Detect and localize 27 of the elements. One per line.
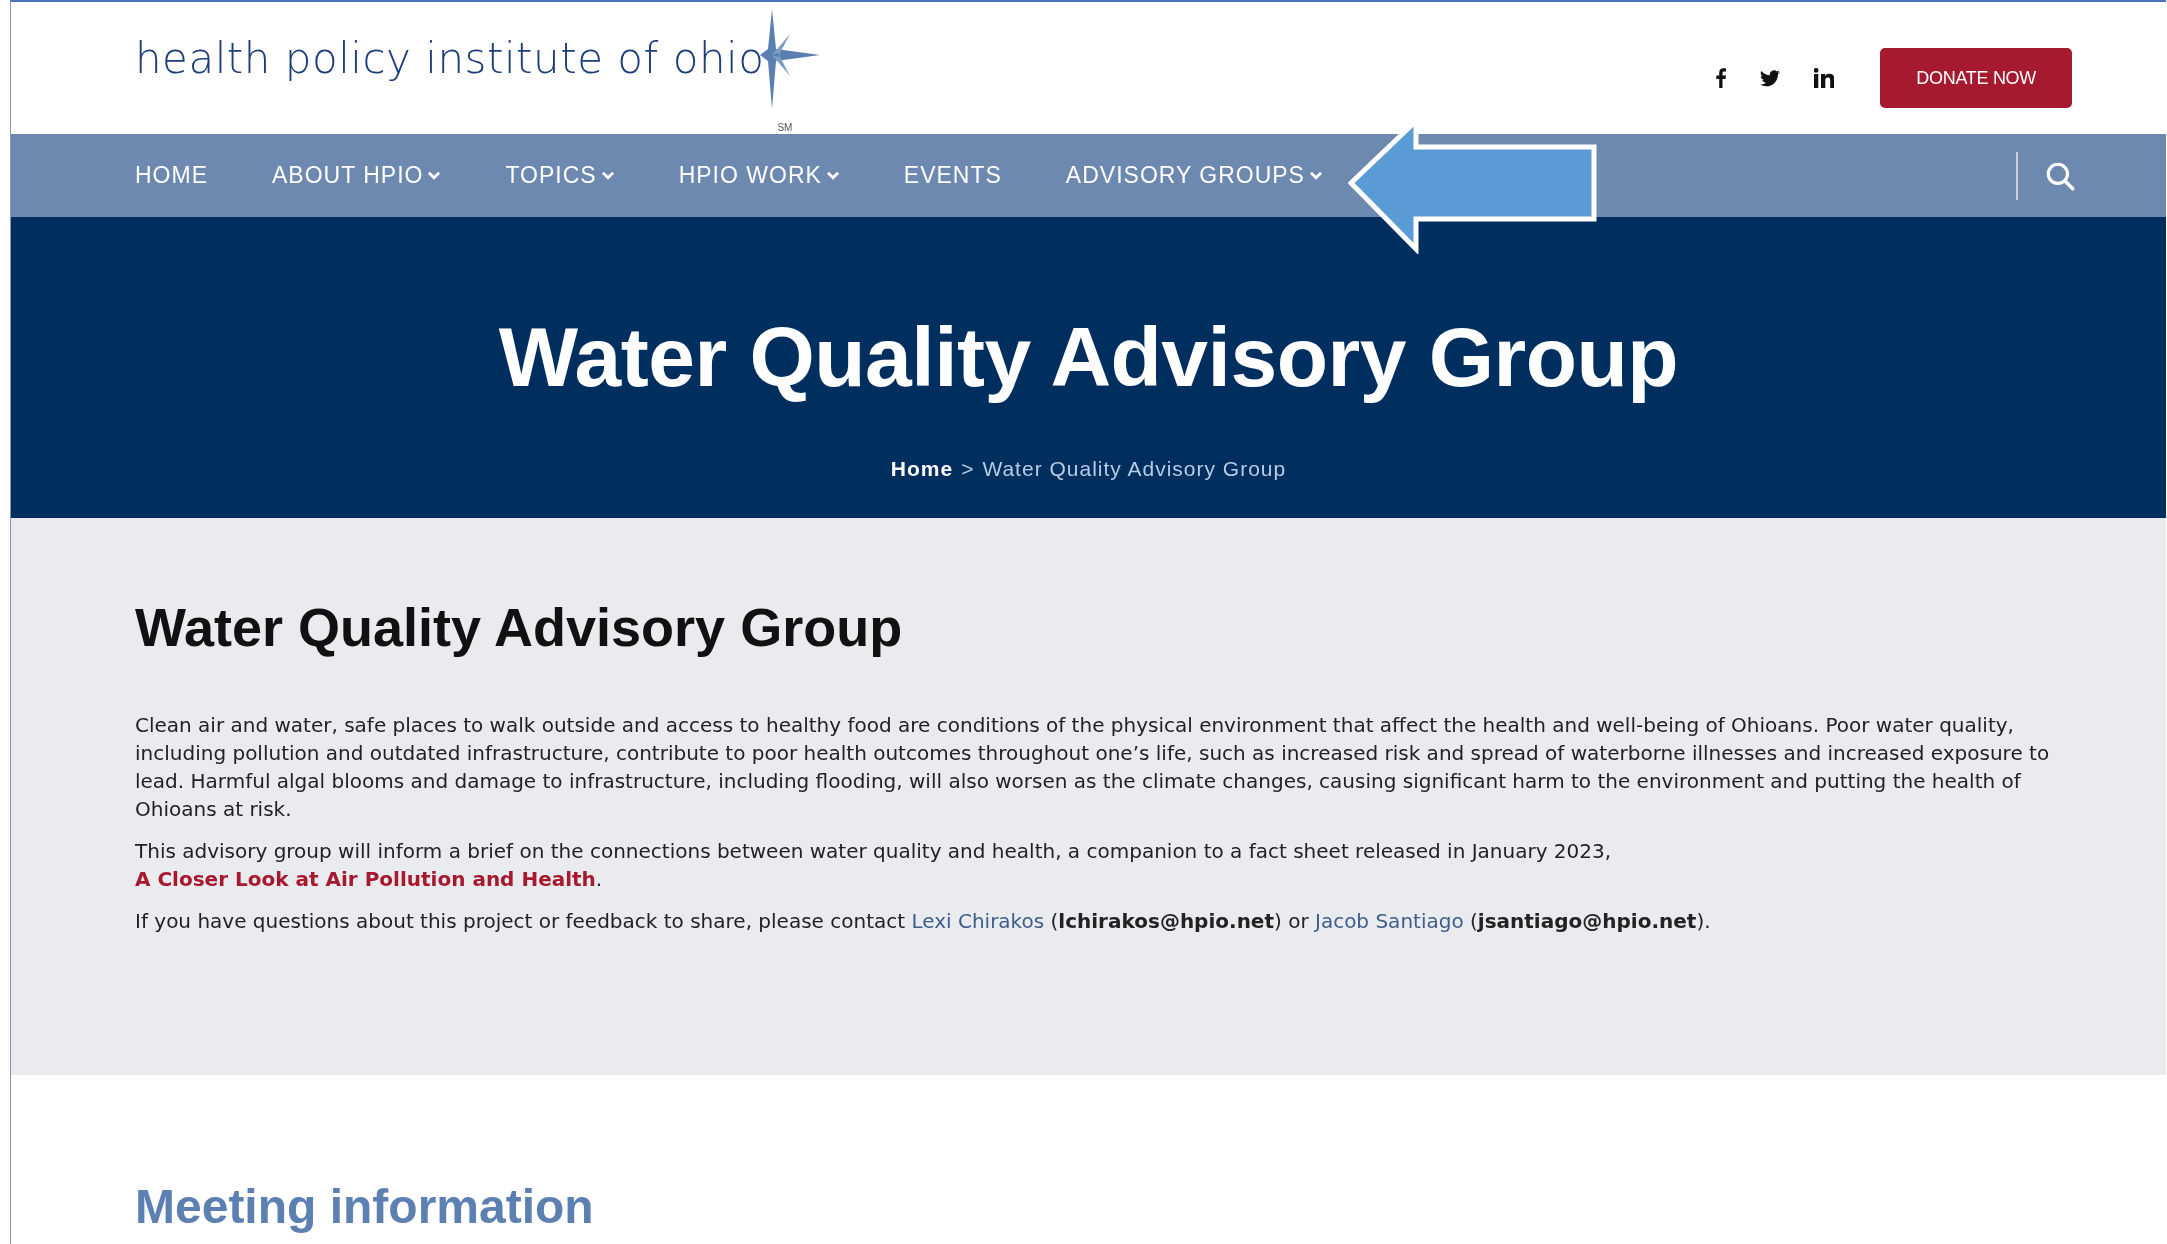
chevron-down-icon[interactable] [600, 171, 615, 180]
breadcrumb-current: Water Quality Advisory Group [982, 457, 1287, 481]
nav-item[interactable]: TOPICS [505, 162, 615, 189]
paragraph: Clean air and water, safe places to walk outside and access to healthy food are conditions of the physical environment that affect the health and well-being of Ohioans. Poor water quality, including pollution and outdated infrastructure, contribute to poor health outcomes throughout one’s life, such as increased risk and spread of waterborne illnesses and increased exposure to lead. Harmful algal blooms and damage to infrastructure, including flooding, will also worsen as the climate changes, causing significant harm to the environment and putting the health of Ohioans at risk. [135, 712, 2051, 824]
chevron-down-icon[interactable] [1308, 171, 1323, 180]
chevron-down-icon[interactable] [427, 171, 442, 180]
breadcrumb-link[interactable]: Home [890, 457, 954, 481]
contact-link[interactable]: Lexi Chirakos [911, 909, 1045, 934]
logo-wordmark[interactable]: health policy institute of ohio [135, 33, 765, 83]
contact-link[interactable]: Jacob Santiago [1315, 909, 1464, 934]
paragraph: If you have questions about this project or feedback to share, please contact Lexi Chirakos (lchirakos@hpio.net) or Jacob Santiago (jsantiago@hpio.net). [135, 908, 1712, 936]
nav-item[interactable]: HOME [135, 162, 208, 189]
paragraph: This advisory group will inform a brief on the connections between water quality and health, a companion to a fact sheet released in January 2023, A Closer Look at Air Pollution and Health. [135, 838, 1613, 894]
report-link[interactable]: A Closer Look at Air Pollution and Health [135, 867, 596, 892]
nav-item[interactable]: ADVISORY GROUPS [1065, 162, 1323, 189]
chevron-down-icon[interactable] [825, 171, 840, 180]
section-heading: Meeting information [135, 1183, 595, 1231]
donate-button[interactable]: DONATE NOW [1880, 48, 2072, 108]
breadcrumb-separator: > [961, 457, 975, 481]
nav-item[interactable]: HPIO WORK [678, 162, 840, 189]
nav-item[interactable]: EVENTS [903, 162, 1002, 189]
twitter-bird-icon[interactable] [1760, 69, 1781, 87]
linkedin-icon[interactable] [1814, 68, 1835, 88]
nav-item[interactable]: ABOUT HPIO [272, 162, 442, 189]
facebook-icon[interactable] [1716, 68, 1727, 88]
trademark-mark: SM [777, 122, 793, 133]
section-heading: Water Quality Advisory Group [135, 598, 904, 658]
